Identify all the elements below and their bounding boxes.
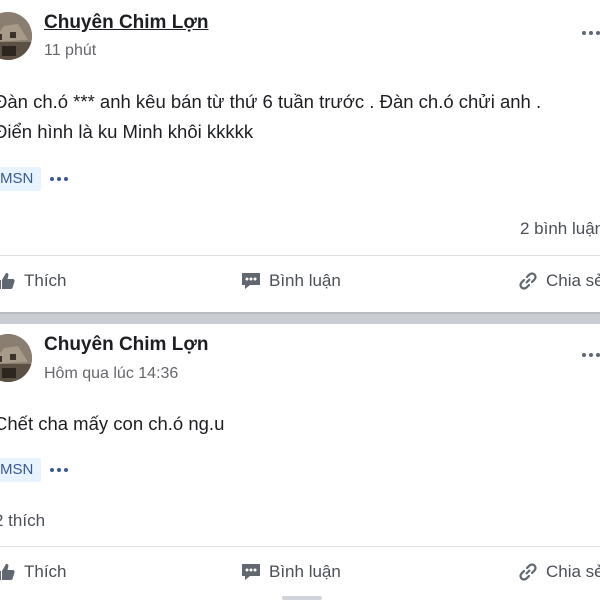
post-text-line: Chết cha mấy con ch.ó ng.u bbox=[0, 413, 225, 434]
share-button[interactable]: Chia sẻ bbox=[518, 562, 600, 582]
like-count[interactable]: 2 thích bbox=[0, 511, 45, 531]
thumbs-up-icon bbox=[0, 563, 15, 580]
comment-label: Bình luận bbox=[269, 271, 341, 290]
comment-button[interactable]: Bình luận bbox=[241, 562, 341, 582]
share-label: Chia sẻ bbox=[546, 271, 600, 290]
avatar[interactable] bbox=[0, 12, 32, 60]
post-card: Chuyên Chim Lợn 11 phút Đàn ch.ó *** anh… bbox=[0, 0, 600, 312]
like-button[interactable]: Thích bbox=[0, 271, 67, 291]
author-name[interactable]: Chuyên Chim Lợn bbox=[44, 12, 208, 34]
more-icon[interactable] bbox=[582, 24, 600, 40]
comment-icon bbox=[242, 273, 260, 289]
post-card: Chuyên Chim Lợn Hôm qua lúc 14:36 Chết c… bbox=[0, 324, 600, 600]
post-text-line: Điển hình là ku Minh khôi kkkkk bbox=[0, 121, 254, 142]
more-tags-icon[interactable] bbox=[50, 458, 71, 482]
avatar[interactable] bbox=[0, 334, 32, 382]
scroll-indicator bbox=[282, 596, 322, 600]
like-label: Thích bbox=[24, 562, 67, 581]
share-label: Chia sẻ bbox=[546, 562, 600, 581]
thumbs-up-icon bbox=[0, 272, 15, 289]
share-button[interactable]: Chia sẻ bbox=[518, 271, 600, 291]
comment-icon bbox=[242, 564, 260, 580]
comment-label: Bình luận bbox=[269, 562, 341, 581]
divider bbox=[0, 255, 600, 256]
more-icon[interactable] bbox=[582, 346, 600, 362]
divider bbox=[0, 546, 600, 547]
post-time[interactable]: Hôm qua lúc 14:36 bbox=[44, 365, 178, 383]
comment-button[interactable]: Bình luận bbox=[241, 271, 341, 291]
like-label: Thích bbox=[24, 271, 67, 290]
post-time[interactable]: 11 phút bbox=[44, 42, 96, 60]
tag-badge[interactable]: MSN bbox=[0, 458, 42, 482]
like-button[interactable]: Thích bbox=[0, 562, 67, 582]
tag-badge[interactable]: MSN bbox=[0, 167, 42, 191]
more-tags-icon[interactable] bbox=[50, 167, 71, 191]
post-text-line: Đàn ch.ó *** anh kêu bán từ thứ 6 tuần t… bbox=[0, 91, 542, 112]
author-name[interactable]: Chuyên Chim Lợn bbox=[44, 334, 208, 356]
share-icon bbox=[519, 563, 537, 581]
post-separator bbox=[0, 312, 600, 324]
share-icon bbox=[519, 272, 537, 290]
comment-count[interactable]: 2 bình luận bbox=[520, 219, 600, 239]
